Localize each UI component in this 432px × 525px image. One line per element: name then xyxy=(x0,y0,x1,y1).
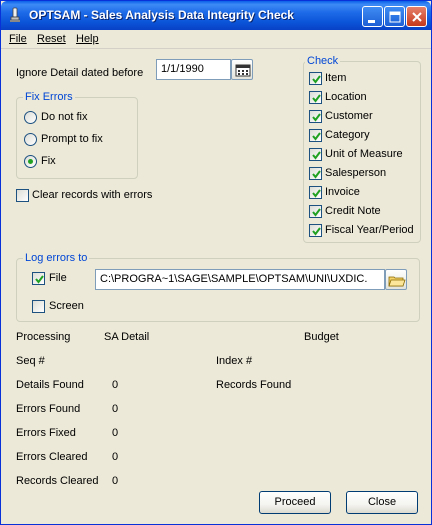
check-item-checkbox[interactable] xyxy=(309,186,322,199)
calendar-icon xyxy=(235,64,251,77)
close-icon xyxy=(412,12,422,22)
check-item-label: Fiscal Year/Period xyxy=(325,224,414,236)
maximize-icon xyxy=(389,11,401,23)
log-file-checkbox[interactable] xyxy=(32,272,45,285)
processing-value: SA Detail xyxy=(104,331,150,343)
radio-prompt-to-fix[interactable] xyxy=(24,133,37,146)
checkmark-icon xyxy=(312,208,321,217)
log-screen-checkbox[interactable] xyxy=(32,300,45,313)
checkmark-icon xyxy=(312,75,321,84)
check-item-checkbox[interactable] xyxy=(309,148,322,161)
details-found-label: Details Found xyxy=(16,379,84,391)
radio-prompt-to-fix-label: Prompt to fix xyxy=(41,133,103,145)
check-item-label: Item xyxy=(325,72,347,84)
app-icon[interactable] xyxy=(7,7,23,23)
minimize-icon xyxy=(368,20,375,23)
checkmark-icon xyxy=(312,132,321,141)
processing-label: Processing xyxy=(16,331,71,343)
close-window-button[interactable] xyxy=(406,6,427,27)
records-found-label: Records Found xyxy=(216,379,292,391)
check-item-label: Unit of Measure xyxy=(325,148,403,160)
log-screen-label: Screen xyxy=(49,300,84,312)
maximize-button[interactable] xyxy=(384,6,405,27)
ignore-detail-date-input[interactable]: 1/1/1990 xyxy=(156,59,231,80)
menu-help[interactable]: Help xyxy=(76,33,99,45)
records-cleared-value: 0 xyxy=(112,475,119,487)
check-item-label: Invoice xyxy=(325,186,360,198)
ignore-detail-label: Ignore Detail dated before xyxy=(16,67,144,79)
menu-reset[interactable]: Reset xyxy=(37,33,66,45)
clear-records-label: Clear records with errors xyxy=(32,189,153,201)
log-errors-title: Log errors to xyxy=(23,252,90,264)
check-item-checkbox[interactable] xyxy=(309,110,322,123)
fix-errors-title: Fix Errors xyxy=(23,91,75,103)
check-item-label: Location xyxy=(325,91,367,103)
records-cleared-label: Records Cleared xyxy=(16,475,99,487)
check-item-label: Customer xyxy=(325,110,373,122)
log-file-path-input[interactable]: C:\PROGRA~1\SAGE\SAMPLE\OPTSAM\UNI\UXDIC… xyxy=(95,269,385,290)
window-title: OPTSAM - Sales Analysis Data Integrity C… xyxy=(29,8,294,22)
calendar-button[interactable] xyxy=(231,59,253,80)
check-item-label: Salesperson xyxy=(325,167,387,179)
check-item-checkbox[interactable] xyxy=(309,91,322,104)
radio-do-not-fix[interactable] xyxy=(24,111,37,124)
log-errors-group xyxy=(16,258,420,322)
check-item-checkbox[interactable] xyxy=(309,205,322,218)
folder-open-icon xyxy=(388,276,406,287)
budget-label: Budget xyxy=(304,331,339,343)
errors-found-value: 0 xyxy=(112,403,119,415)
errors-fixed-value: 0 xyxy=(112,427,119,439)
close-button[interactable]: Close xyxy=(346,491,418,514)
errors-cleared-value: 0 xyxy=(112,451,119,463)
check-item-checkbox[interactable] xyxy=(309,167,322,180)
checkmark-icon xyxy=(312,227,321,236)
errors-fixed-label: Errors Fixed xyxy=(16,427,76,439)
radio-fix-label: Fix xyxy=(41,155,56,167)
check-title: Check xyxy=(305,55,341,67)
checkmark-icon xyxy=(312,113,321,122)
radio-fix[interactable] xyxy=(24,155,37,168)
proceed-button[interactable]: Proceed xyxy=(259,491,331,514)
radio-do-not-fix-label: Do not fix xyxy=(41,111,88,123)
checkmark-icon xyxy=(312,94,321,103)
checkmark-icon xyxy=(312,170,321,179)
check-item-label: Category xyxy=(325,129,370,141)
main-window: OPTSAM - Sales Analysis Data Integrity C… xyxy=(0,0,432,525)
details-found-value: 0 xyxy=(112,379,119,391)
check-item-checkbox[interactable] xyxy=(309,72,322,85)
browse-button[interactable] xyxy=(385,269,407,290)
seq-label: Seq # xyxy=(16,355,45,367)
errors-found-label: Errors Found xyxy=(16,403,81,415)
log-file-label: File xyxy=(49,272,67,284)
errors-cleared-label: Errors Cleared xyxy=(16,451,88,463)
minimize-button[interactable] xyxy=(362,6,383,27)
menu-bar: File Reset Help xyxy=(1,30,431,49)
checkmark-icon xyxy=(35,275,44,284)
check-item-checkbox[interactable] xyxy=(309,129,322,142)
checkmark-icon xyxy=(312,189,321,198)
clear-records-checkbox[interactable] xyxy=(16,189,29,202)
checkmark-icon xyxy=(312,151,321,160)
check-item-checkbox[interactable] xyxy=(309,224,322,237)
check-item-label: Credit Note xyxy=(325,205,381,217)
title-bar[interactable]: OPTSAM - Sales Analysis Data Integrity C… xyxy=(1,1,431,30)
menu-file[interactable]: File xyxy=(9,33,27,45)
index-label: Index # xyxy=(216,355,253,367)
